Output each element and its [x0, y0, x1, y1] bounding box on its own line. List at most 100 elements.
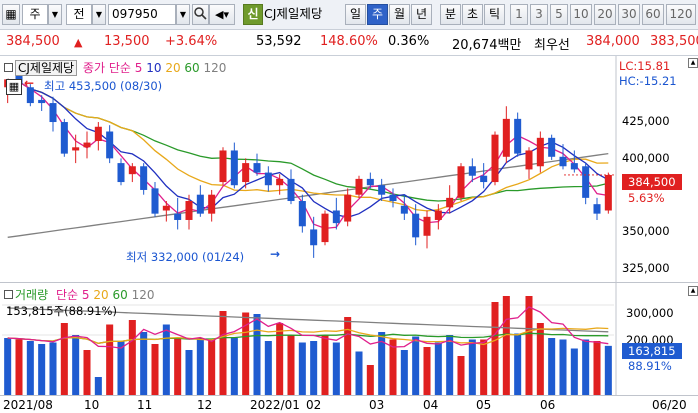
interval-5-button[interactable]: 5: [550, 4, 568, 25]
search-icon[interactable]: [192, 4, 209, 25]
volume-bar: [604, 345, 612, 395]
period-week-button[interactable]: 주: [367, 4, 388, 25]
period-day-button[interactable]: 일: [345, 4, 366, 25]
interval-60-label: 60: [645, 7, 661, 21]
stock-code-input[interactable]: 097950: [108, 4, 176, 25]
date-label-12: 12: [197, 398, 213, 412]
stock-code-dropdown-icon[interactable]: ▼: [176, 4, 190, 25]
period-second-label: 초: [466, 7, 479, 21]
period-minute-button[interactable]: 분: [440, 4, 461, 25]
candle-body: [287, 178, 295, 202]
sound-toggle-icon[interactable]: ◀▾: [209, 4, 235, 25]
price-legend-ma5: 5: [134, 61, 143, 75]
date-label-03: 03: [369, 398, 385, 412]
volume-chart-panel[interactable]: 거래량 단순 5 20 60 120 153,815주(88.91%) 300,…: [0, 282, 698, 396]
interval-30-button[interactable]: 30: [618, 4, 640, 25]
volume-bar: [502, 296, 510, 395]
volume-ratio: 148.60%: [320, 34, 378, 49]
date-label-05: 05: [476, 398, 492, 412]
type-select[interactable]: 주: [22, 4, 48, 25]
interval-3-button[interactable]: 3: [530, 4, 548, 25]
prev-select[interactable]: 전: [66, 4, 92, 25]
interval-10-button[interactable]: 10: [570, 4, 592, 25]
candle-body: [196, 194, 204, 214]
trade-amount: 20,674백만: [452, 38, 522, 53]
candle-body: [434, 210, 442, 220]
volume-bar: [310, 341, 318, 395]
volume-current-tag: 163,815: [622, 343, 682, 359]
volume-panel-collapse-icon[interactable]: ▲: [688, 286, 698, 296]
collapse-box-icon[interactable]: [4, 63, 13, 72]
candle-body: [72, 147, 80, 151]
low-annotation: 최저 332,000 (01/24): [126, 250, 245, 264]
price-legend-title[interactable]: CJ제일제당: [15, 60, 78, 76]
price-chart-panel[interactable]: CJ제일제당 종가 단순 5 10 20 60 120 ▦ ← 최고 453,5…: [0, 56, 698, 282]
candle-body: [502, 118, 510, 157]
interval-20-button[interactable]: 20: [594, 4, 616, 25]
volume-bar: [582, 339, 590, 395]
date-label-10: 10: [84, 398, 100, 412]
volume-bar: [230, 338, 238, 395]
volume-bar: [38, 344, 46, 395]
volume-current-pct-tag: 88.91%: [628, 359, 672, 373]
volume-bar: [525, 296, 533, 395]
y-tick-325000: 325,000: [622, 261, 670, 275]
candle-body: [276, 178, 284, 186]
volume-collapse-box-icon[interactable]: [4, 290, 13, 299]
volume-bar: [446, 335, 454, 395]
stock-name-label: CJ제일제당: [264, 6, 323, 21]
volume-legend-title[interactable]: 거래량: [15, 288, 48, 302]
volume-bar: [4, 338, 12, 395]
candle-body: [344, 194, 352, 222]
price-legend-ma20: 20: [165, 61, 181, 75]
price-legend-ma-label: 종가 단순: [82, 61, 131, 75]
candle-body: [468, 166, 476, 176]
grid-menu-icon[interactable]: ▦: [2, 4, 20, 25]
price-panel-collapse-icon[interactable]: ▲: [688, 58, 698, 68]
volume-legend-ma5: 5: [81, 288, 90, 302]
period-month-button[interactable]: 월: [389, 4, 410, 25]
prev-dropdown-icon[interactable]: ▼: [92, 4, 106, 25]
stock-badge: 신: [243, 4, 263, 25]
current-price: 384,500: [6, 34, 60, 49]
candle-body: [366, 178, 374, 186]
candle-body: [94, 126, 102, 141]
interval-1-button[interactable]: 1: [510, 4, 528, 25]
volume-bar: [366, 365, 374, 395]
quote-info-bar: 384,500 ▲ 13,500 +3.64% 53,592 148.60% 0…: [0, 30, 698, 56]
volume-value: 53,592: [256, 34, 302, 49]
period-minute-label: 분: [444, 7, 457, 21]
type-dropdown-icon[interactable]: ▼: [48, 4, 62, 25]
candle-body: [38, 99, 46, 104]
volume-bar: [389, 339, 397, 395]
volume-bar: [400, 350, 408, 395]
interval-60-button[interactable]: 60: [642, 4, 664, 25]
period-second-button[interactable]: 초: [462, 4, 483, 25]
date-axis: 2021/08 10 11 12 2022/01 02 03 04 05 06 …: [0, 395, 698, 413]
volume-legend-ma120: 120: [131, 288, 155, 302]
price-legend-ma120: 120: [203, 61, 227, 75]
date-label-04: 04: [423, 398, 439, 412]
volume-bar: [264, 341, 272, 395]
y-tick-425000: 425,000: [622, 114, 670, 128]
candle-body: [423, 216, 431, 236]
candle-body: [570, 163, 578, 170]
interval-1-label: 1: [515, 7, 523, 21]
period-year-button[interactable]: 년: [411, 4, 432, 25]
volume-bar: [94, 377, 102, 395]
volume-bar: [162, 324, 170, 395]
interval-120-button[interactable]: 120: [666, 4, 696, 25]
prev-select-label: 전: [73, 7, 85, 21]
table-grid-icon[interactable]: ▦: [6, 79, 22, 95]
search-glyph: [194, 7, 207, 20]
candle-body: [536, 137, 544, 167]
volume-bar: [185, 350, 193, 395]
current-price-tag: 384,500: [622, 174, 682, 190]
period-tick-button[interactable]: 틱: [484, 4, 505, 25]
period-tick-label: 틱: [488, 7, 501, 21]
candle-body: [174, 213, 182, 220]
best-quote-label: 최우선: [534, 38, 570, 53]
volume-bar: [219, 311, 227, 395]
current-pct-tag: 5.63%: [628, 191, 665, 205]
date-end-label: 06/20: [652, 398, 687, 412]
